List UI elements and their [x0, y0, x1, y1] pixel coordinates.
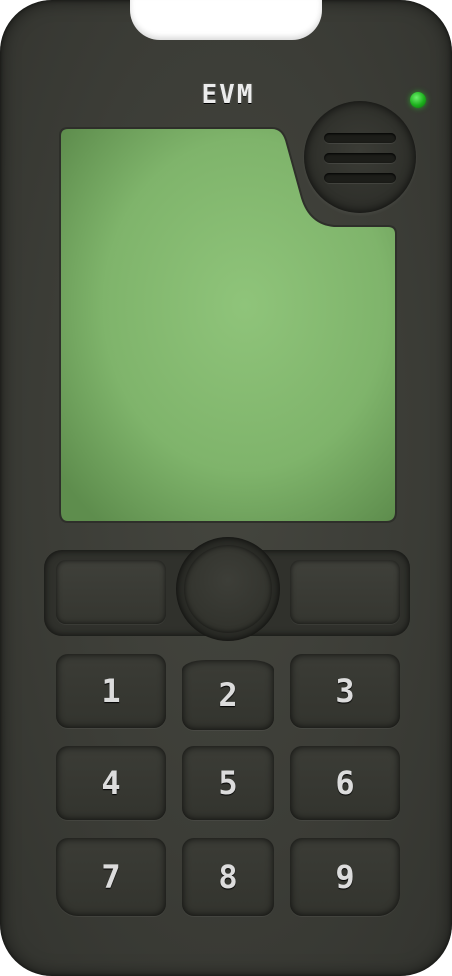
right-softkey-button[interactable] — [290, 560, 400, 624]
key-1-button[interactable]: 1 — [56, 654, 166, 728]
brand-logo: EVM — [201, 80, 255, 110]
speaker-slot — [324, 153, 396, 163]
left-softkey-button[interactable] — [56, 560, 166, 624]
key-9-button[interactable]: 9 — [290, 838, 400, 916]
key-4-button[interactable]: 4 — [56, 746, 166, 820]
key-8-button[interactable]: 8 — [182, 838, 274, 916]
select-button[interactable] — [184, 545, 272, 633]
key-6-button[interactable]: 6 — [290, 746, 400, 820]
key-3-button[interactable]: 3 — [290, 654, 400, 728]
phone-notch — [130, 0, 322, 40]
phone-body: EVM 1 2 3 4 5 6 7 8 9 — [0, 0, 452, 976]
key-2-button[interactable]: 2 — [182, 660, 274, 730]
speaker-slot — [324, 133, 396, 143]
key-7-button[interactable]: 7 — [56, 838, 166, 916]
speaker-slot — [324, 173, 396, 183]
status-led — [410, 92, 426, 108]
key-5-button[interactable]: 5 — [182, 746, 274, 820]
speaker-grille-icon — [304, 101, 416, 213]
